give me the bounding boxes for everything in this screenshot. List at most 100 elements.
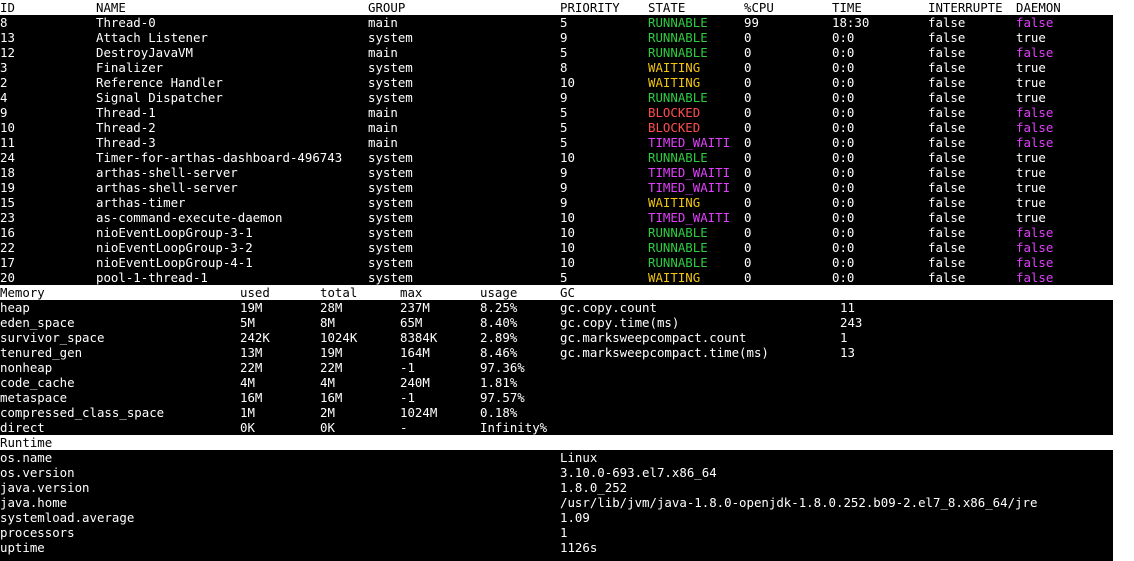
thread-row[interactable]: 24 Timer-for-arthas-dashboard-496743 syste… xyxy=(0,150,1113,165)
thread-daemon: false xyxy=(1016,120,1054,135)
thread-row[interactable]: 17 nioEventLoopGroup-4-1 system 10 RUNNABLE 0… xyxy=(0,255,1113,270)
thread-row[interactable]: 10 Thread-2 main 5 BLOCKED 0 0:0 false false xyxy=(0,120,1113,135)
thread-id: 24 xyxy=(0,150,15,165)
thread-row[interactable]: 4 Signal Dispatcher system 9 RUNNABLE 0 0:0 fal… xyxy=(0,90,1113,105)
thread-cpu: 0 xyxy=(744,135,752,150)
thread-row[interactable]: 2 Reference Handler system 10 WAITING 0 0:0 fal… xyxy=(0,75,1113,90)
thread-state: RUNNABLE xyxy=(648,90,708,105)
thread-priority: 8 xyxy=(560,60,568,75)
thread-priority: 9 xyxy=(560,180,568,195)
thread-name: Thread-3 xyxy=(96,135,156,150)
thread-group: system xyxy=(368,270,413,285)
thread-daemon: false xyxy=(1016,240,1054,255)
memory-usage: 97.57% xyxy=(480,390,525,405)
thread-cpu: 99 xyxy=(744,15,759,30)
runtime-header: Runtime xyxy=(0,435,1113,450)
thread-time: 0:0 xyxy=(832,210,855,225)
column-header-name: NAME xyxy=(96,0,126,15)
thread-daemon: true xyxy=(1016,90,1046,105)
thread-daemon: true xyxy=(1016,60,1046,75)
thread-interrupted: false xyxy=(928,180,966,195)
memory-name: code_cache xyxy=(0,375,75,390)
runtime-key: os.version xyxy=(0,465,75,480)
thread-row[interactable]: 19 arthas-shell-server system 9 TIMED_WAITI 0… xyxy=(0,180,1113,195)
thread-id: 11 xyxy=(0,135,15,150)
thread-time: 0:0 xyxy=(832,225,855,240)
thread-row[interactable]: 18 arthas-shell-server system 9 TIMED_WAITI 0… xyxy=(0,165,1113,180)
thread-id: 15 xyxy=(0,195,15,210)
memory-usage: 1.81% xyxy=(480,375,518,390)
thread-group: system xyxy=(368,90,413,105)
thread-group: system xyxy=(368,180,413,195)
thread-name: Attach Listener xyxy=(96,30,208,45)
thread-daemon: true xyxy=(1016,195,1046,210)
thread-row[interactable]: 15 arthas-timer system 9 WAITING 0 0:0 false tru… xyxy=(0,195,1113,210)
thread-time: 0:0 xyxy=(832,135,855,150)
thread-state: TIMED_WAITI xyxy=(648,180,731,195)
memory-name: heap xyxy=(0,300,30,315)
thread-state: BLOCKED xyxy=(648,105,701,120)
thread-state: RUNNABLE xyxy=(648,240,708,255)
memory-usage: 8.40% xyxy=(480,315,518,330)
thread-interrupted: false xyxy=(928,60,966,75)
thread-cpu: 0 xyxy=(744,165,752,180)
runtime-key: os.name xyxy=(0,450,53,465)
thread-state: RUNNABLE xyxy=(648,30,708,45)
memory-max: 8384K xyxy=(400,330,438,345)
thread-group: system xyxy=(368,60,413,75)
thread-interrupted: false xyxy=(928,90,966,105)
column-header-id: ID xyxy=(0,0,15,15)
thread-state: WAITING xyxy=(648,195,701,210)
thread-id: 10 xyxy=(0,120,15,135)
thread-daemon: false xyxy=(1016,135,1054,150)
memory-gc_name: gc.marksweepcompact.count xyxy=(560,330,747,345)
memory-row: heap 19M 28M 237M 8.25% gc.copy.count 11 xyxy=(0,300,1113,315)
memory-max: 164M xyxy=(400,345,430,360)
thread-name: Finalizer xyxy=(96,60,164,75)
thread-row[interactable]: 9 Thread-1 main 5 BLOCKED 0 0:0 false false xyxy=(0,105,1113,120)
thread-state: TIMED_WAITI xyxy=(648,165,731,180)
thread-row[interactable]: 20 pool-1-thread-1 system 5 WAITING 0 0:0 false… xyxy=(0,270,1113,285)
memory-row: compressed_class_space 1M 2M 1024M 0.18% xyxy=(0,405,1113,420)
thread-state: RUNNABLE xyxy=(648,150,708,165)
column-header-interrupted: INTERRUPTE xyxy=(928,0,1003,15)
thread-row[interactable]: 16 nioEventLoopGroup-3-1 system 10 RUNNABLE 0… xyxy=(0,225,1113,240)
thread-state: WAITING xyxy=(648,60,701,75)
thread-name: Thread-2 xyxy=(96,120,156,135)
thread-group: main xyxy=(368,105,398,120)
runtime-key: java.version xyxy=(0,480,90,495)
memory-total: 8M xyxy=(320,315,335,330)
memory-used: 242K xyxy=(240,330,270,345)
thread-row[interactable]: 23 as-command-execute-daemon system 10 TIMED… xyxy=(0,210,1113,225)
thread-name: Thread-0 xyxy=(96,15,156,30)
thread-cpu: 0 xyxy=(744,210,752,225)
memory-row: survivor_space 242K 1024K 8384K 2.89% gc.mark… xyxy=(0,330,1113,345)
memory-name: direct xyxy=(0,420,45,435)
thread-row[interactable]: 22 nioEventLoopGroup-3-2 system 10 RUNNABLE 0… xyxy=(0,240,1113,255)
thread-row[interactable]: 8 Thread-0 main 5 RUNNABLE 99 18:30 false false xyxy=(0,15,1113,30)
thread-row[interactable]: 3 Finalizer system 8 WAITING 0 0:0 false true xyxy=(0,60,1113,75)
thread-time: 0:0 xyxy=(832,195,855,210)
thread-priority: 10 xyxy=(560,150,575,165)
terminal-window[interactable]: ID NAME GROUP PRIORITY STATE %CPU TIME INTERRUP… xyxy=(0,0,1113,561)
thread-row[interactable]: 13 Attach Listener system 9 RUNNABLE 0 0:0 fals… xyxy=(0,30,1113,45)
runtime-value: 1.09 xyxy=(560,510,590,525)
runtime-value: Linux xyxy=(560,450,598,465)
thread-row[interactable]: 11 Thread-3 main 5 TIMED_WAITI 0 0:0 false false xyxy=(0,135,1113,150)
thread-row[interactable]: 12 DestroyJavaVM main 5 RUNNABLE 0 0:0 false fal… xyxy=(0,45,1113,60)
thread-daemon: true xyxy=(1016,75,1046,90)
memory-gc_name: gc.copy.time(ms) xyxy=(560,315,680,330)
column-header-priority: PRIORITY xyxy=(560,0,620,15)
thread-name: Timer-for-arthas-dashboard-496743 xyxy=(96,150,343,165)
thread-group: main xyxy=(368,120,398,135)
thread-daemon: false xyxy=(1016,270,1054,285)
memory-max: 65M xyxy=(400,315,423,330)
thread-priority: 10 xyxy=(560,255,575,270)
thread-group: main xyxy=(368,45,398,60)
thread-interrupted: false xyxy=(928,45,966,60)
memory-total: 2M xyxy=(320,405,335,420)
thread-time: 0:0 xyxy=(832,180,855,195)
thread-daemon: false xyxy=(1016,15,1054,30)
thread-daemon: true xyxy=(1016,150,1046,165)
thread-id: 13 xyxy=(0,30,15,45)
